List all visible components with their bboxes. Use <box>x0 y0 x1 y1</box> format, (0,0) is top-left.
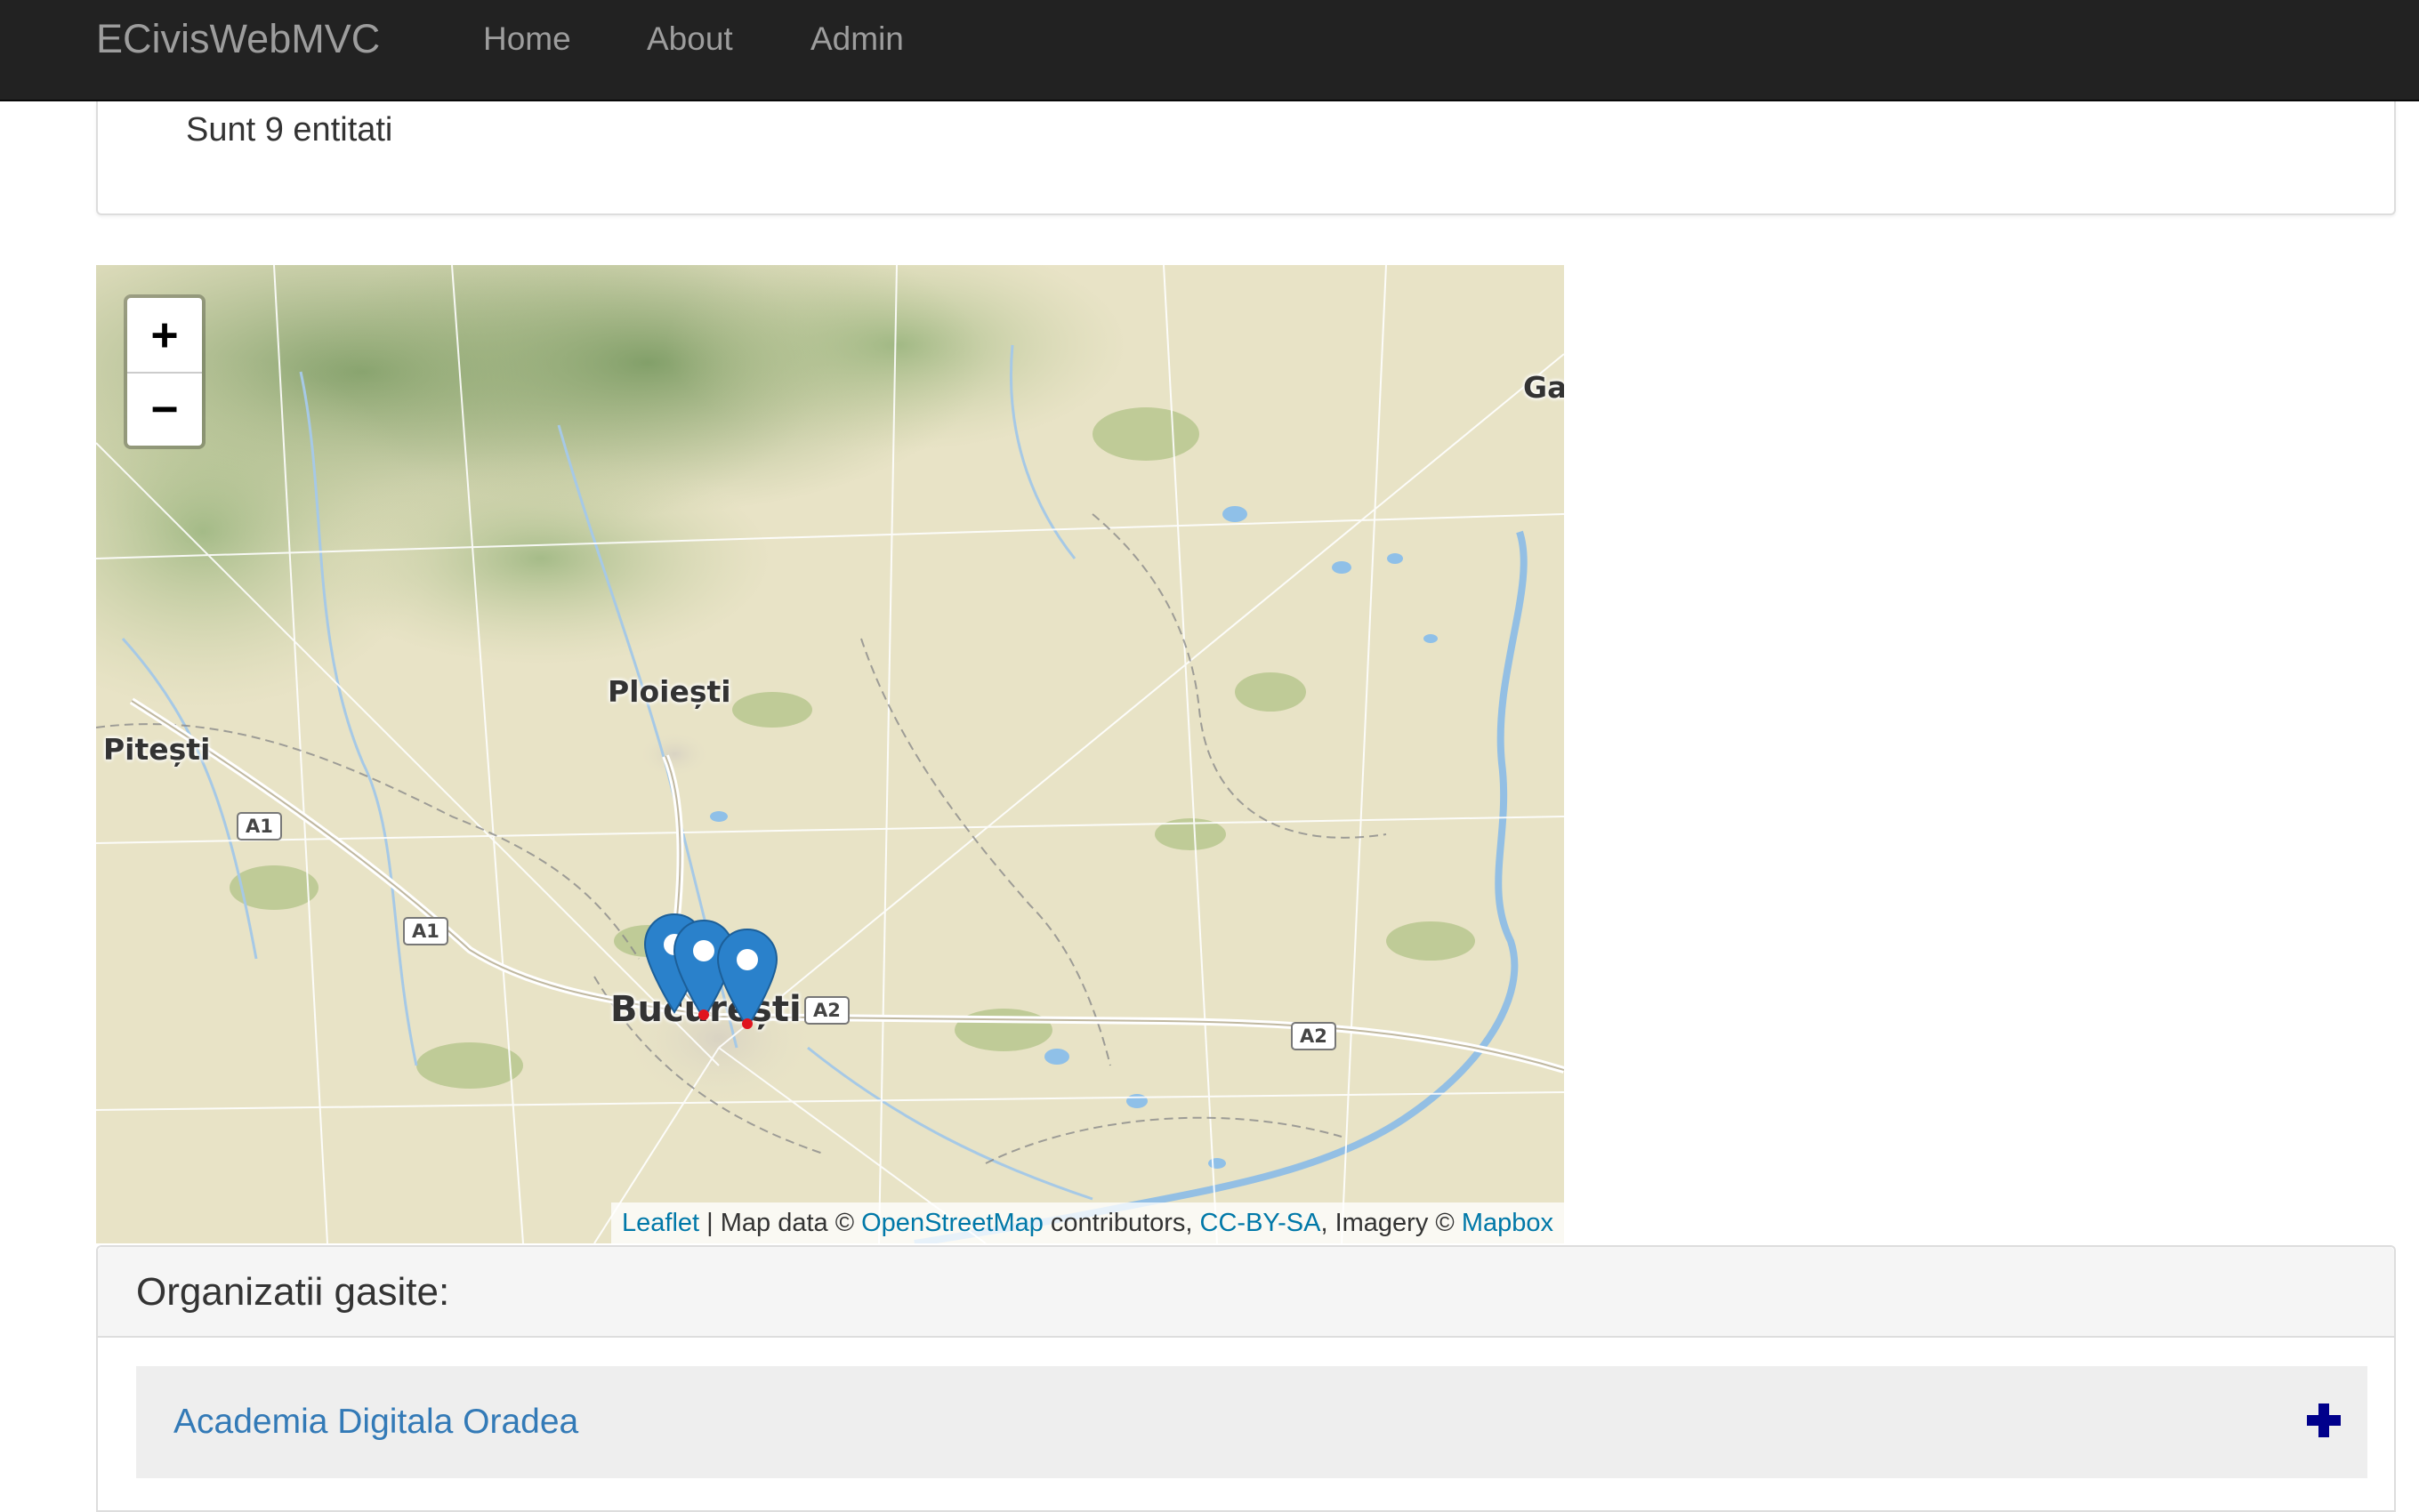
zoom-control: + − <box>124 294 206 449</box>
map-label-pitesti: Pitești <box>103 732 211 767</box>
mapbox-link[interactable]: Mapbox <box>1462 1209 1553 1237</box>
map-tiles <box>96 265 1564 1243</box>
map-container[interactable]: Ploiești Pitești București Ga A1 A1 A2 A… <box>96 265 1564 1243</box>
entity-count-text: Sunt 9 entitati <box>186 111 393 149</box>
results-panel: Organizatii gasite: Academia Digitala Or… <box>96 1245 2396 1512</box>
road-shield-a2: A2 <box>1291 1022 1336 1050</box>
road-shield-a1: A1 <box>237 812 282 840</box>
map-attribution: Leaflet | Map data © OpenStreetMap contr… <box>611 1202 1564 1243</box>
entity-count-panel: Sunt 9 entitati <box>96 101 2396 215</box>
nav-about-link[interactable]: About <box>647 16 733 62</box>
zoom-out-button[interactable]: − <box>127 372 202 446</box>
map-label-galati: Ga <box>1523 370 1564 405</box>
openstreetmap-link[interactable]: OpenStreetMap <box>861 1209 1044 1237</box>
plus-icon[interactable] <box>2305 1402 2342 1439</box>
license-link[interactable]: CC-BY-SA <box>1200 1209 1321 1237</box>
nav-admin-link[interactable]: Admin <box>810 16 904 62</box>
zoom-in-button[interactable]: + <box>127 298 202 374</box>
leaflet-link[interactable]: Leaflet <box>622 1209 699 1237</box>
location-marker-icon[interactable] <box>716 928 778 1029</box>
map-label-ploiesti: Ploiești <box>608 674 731 709</box>
road-shield-a2: A2 <box>804 996 850 1025</box>
results-title: Organizatii gasite: <box>136 1270 450 1314</box>
top-navbar: ECivisWebMVC Home About Admin <box>0 0 2419 101</box>
results-heading: Organizatii gasite: <box>98 1247 2394 1338</box>
nav-home-link[interactable]: Home <box>483 16 571 62</box>
attribution-text: , Imagery © <box>1320 1209 1462 1237</box>
organization-link[interactable]: Academia Digitala Oradea <box>173 1398 578 1446</box>
brand-link[interactable]: ECivisWebMVC <box>96 12 380 66</box>
road-shield-a1: A1 <box>403 917 448 945</box>
list-item[interactable]: Academia Digitala Oradea <box>136 1366 2367 1478</box>
attribution-text: | Map data © <box>699 1209 862 1237</box>
attribution-text: contributors, <box>1043 1209 1200 1237</box>
